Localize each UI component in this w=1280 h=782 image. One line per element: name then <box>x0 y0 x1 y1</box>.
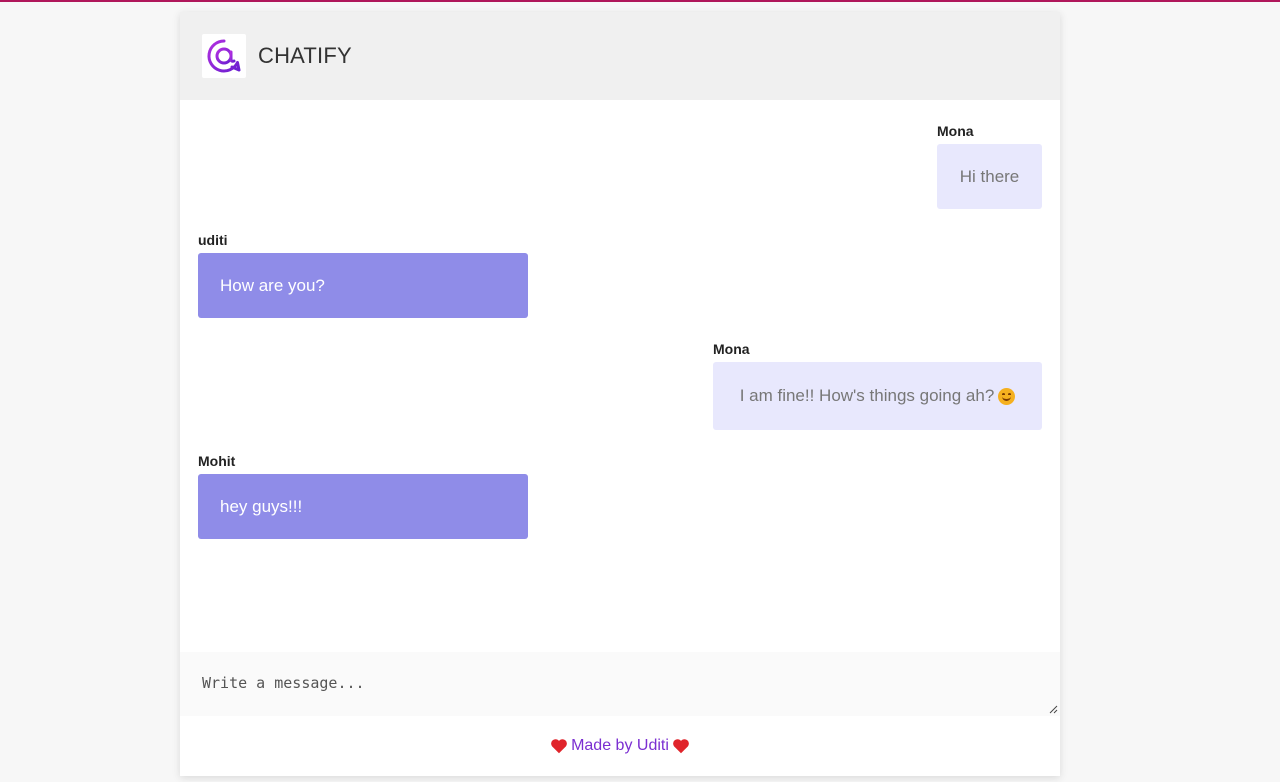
message-text: Hi there <box>959 166 1020 186</box>
chat-header: CHATIFY <box>180 12 1060 100</box>
message-input[interactable] <box>180 652 1060 716</box>
message-item: uditi How are you? <box>198 233 528 318</box>
message-list: Mona Hi there uditi How are you? Mona I … <box>180 100 1060 652</box>
message-sender: Mona <box>713 341 750 357</box>
message-bubble: Hi there <box>937 144 1042 209</box>
message-sender: Mohit <box>198 453 236 469</box>
message-text: How are you? <box>220 275 325 295</box>
resize-handle-icon[interactable] <box>1048 704 1058 714</box>
message-bubble: hey guys!!! <box>198 474 528 539</box>
message-item: Mohit hey guys!!! <box>198 454 528 539</box>
message-text: I am fine!! How's things going ah? <box>739 386 995 405</box>
message-text: hey guys!!! <box>220 496 303 516</box>
smiling-face-emoji-icon <box>998 387 1016 405</box>
message-item: Mona Hi there <box>937 124 1042 209</box>
footer-credit: Made by Uditi <box>571 737 669 754</box>
heart-icon <box>551 739 567 754</box>
message-item: Mona I am fine!! How's things going ah? <box>713 342 1042 430</box>
chat-window: CHATIFY Mona Hi there uditi How are you?… <box>180 12 1060 776</box>
top-accent-bar <box>0 0 1280 2</box>
message-bubble: How are you? <box>198 253 528 318</box>
message-sender: Mona <box>937 123 974 139</box>
message-bubble: I am fine!! How's things going ah? <box>713 362 1042 430</box>
heart-icon <box>673 739 689 754</box>
footer: Made by Uditi <box>180 716 1060 776</box>
message-sender: uditi <box>198 232 228 248</box>
chat-bubble-at-icon <box>202 34 246 78</box>
message-composer <box>180 652 1060 716</box>
app-title: CHATIFY <box>258 43 352 68</box>
